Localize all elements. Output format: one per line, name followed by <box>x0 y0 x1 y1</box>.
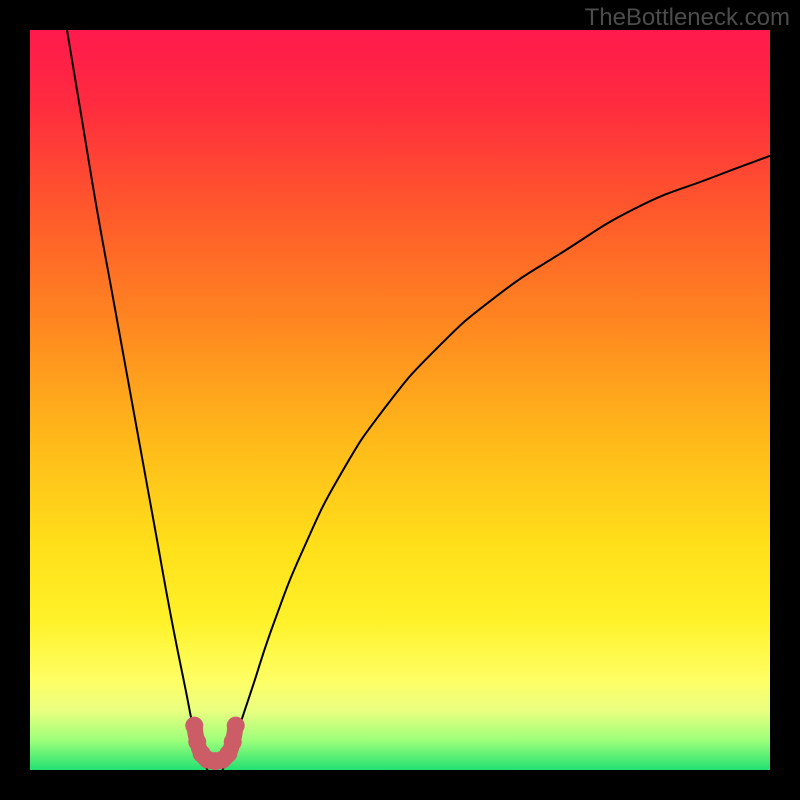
minimum-dot <box>224 733 242 751</box>
gradient-background <box>30 30 770 770</box>
plot-area <box>30 30 770 770</box>
minimum-dot <box>227 717 245 735</box>
minimum-dot <box>185 717 203 735</box>
chart-svg <box>30 30 770 770</box>
watermark-text: TheBottleneck.com <box>585 4 790 32</box>
